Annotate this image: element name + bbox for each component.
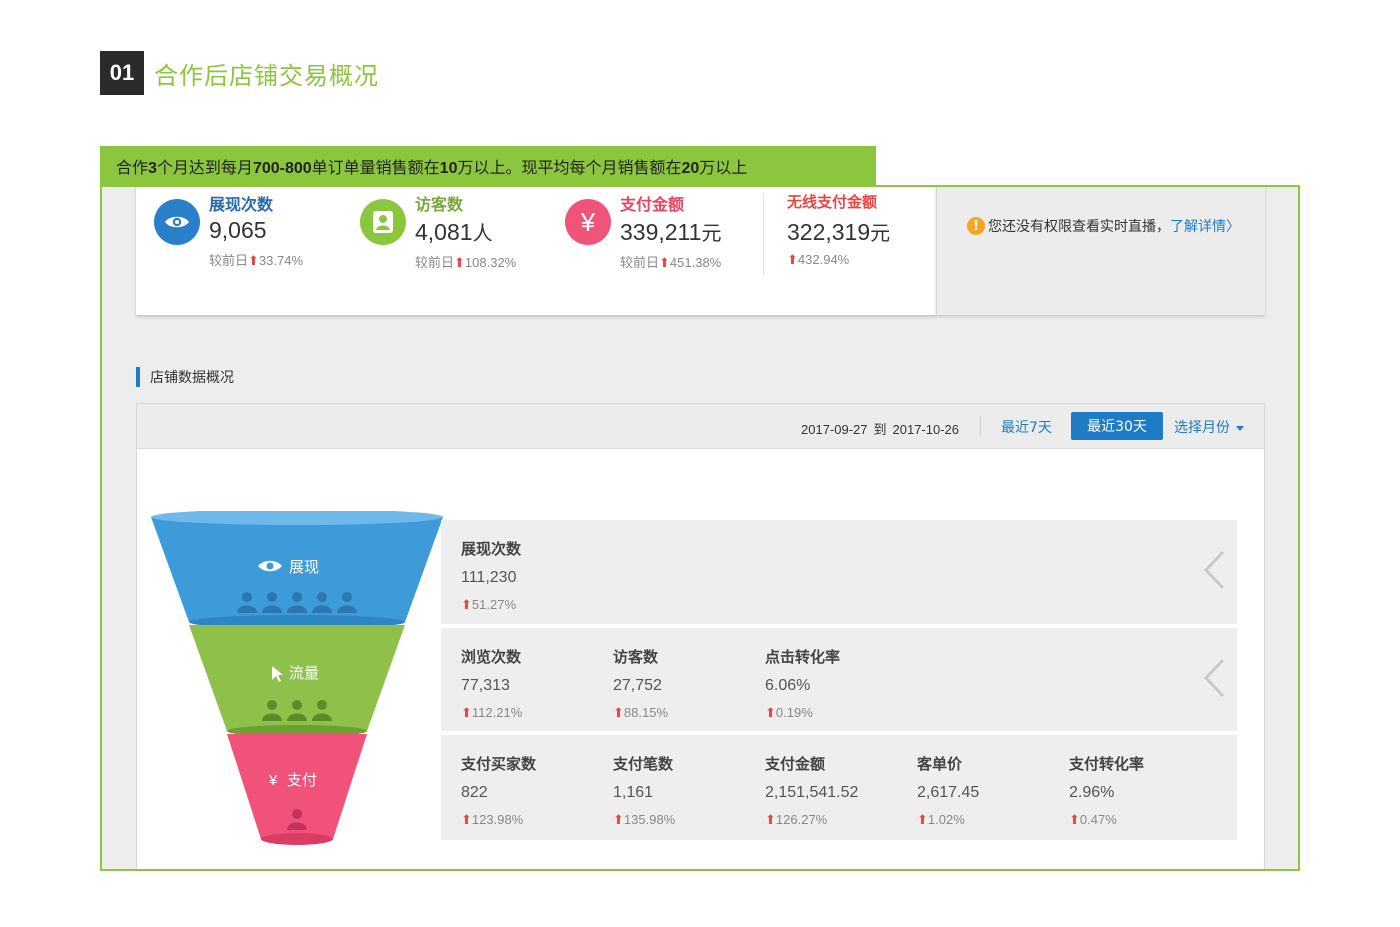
summary-banner: 合作3个月达到每月700-800单订单量销售额在10万以上。现平均每个月销售额在… xyxy=(100,146,876,186)
chevron-left-icon[interactable] xyxy=(1203,550,1225,590)
funnel-label-display: 展现 xyxy=(289,558,319,576)
stat-label: 访客数 xyxy=(415,195,464,214)
section-title: 合作后店铺交易概况 xyxy=(154,61,379,90)
stat-value: 4,081人 xyxy=(415,219,493,245)
funnel-label-payment: 支付 xyxy=(287,771,317,789)
banner-segment: 个月达到每月 xyxy=(156,158,253,177)
yen-icon: ¥ xyxy=(268,772,278,789)
chevron-left-icon[interactable] xyxy=(1203,658,1225,698)
up-arrow-icon: ⬆ xyxy=(613,813,624,828)
up-arrow-icon: ⬆ xyxy=(917,813,928,828)
metric-row-display: 展现次数 111,230 ⬆51.27% xyxy=(441,520,1237,626)
stat-value: 339,211元 xyxy=(620,219,722,245)
stat-compare: 较前日⬆108.32% xyxy=(415,255,517,271)
select-month-dropdown[interactable]: 选择月份 xyxy=(1174,417,1244,437)
stat-value: 9,065 xyxy=(209,217,267,243)
realtime-stats-panel: 展现次数 9,065 较前日⬆33.74% 访客数 4,081人 较前日⬆108… xyxy=(136,187,936,315)
stat-compare: 较前日⬆33.74% xyxy=(209,253,304,269)
up-arrow-icon: ⬆ xyxy=(454,256,465,271)
metric-payment-amount: 支付金额 2,151,541.52 ⬆126.27% xyxy=(765,755,859,828)
up-arrow-icon: ⬆ xyxy=(787,253,798,268)
up-arrow-icon: ⬆ xyxy=(1069,813,1080,828)
permission-notice: ! 您还没有权限查看实时直播， 了解详情〉 xyxy=(967,216,1240,236)
metric-row-payment: 支付买家数 822 ⬆123.98% 支付笔数 1,161 ⬆135.98% 支… xyxy=(441,735,1237,840)
eye-icon xyxy=(154,199,200,245)
funnel-rim xyxy=(261,833,333,845)
banner-segment: 10 xyxy=(439,160,458,177)
stat-value: 322,319元 xyxy=(787,219,891,245)
toolbar-divider xyxy=(980,416,981,436)
stat-compare: ⬆432.94% xyxy=(787,252,850,268)
metric-visitors: 访客数 27,752 ⬆88.15% xyxy=(613,648,668,721)
up-arrow-icon: ⬆ xyxy=(461,813,472,828)
metric-avg-order-value: 客单价 2,617.45 ⬆1.02% xyxy=(917,755,980,828)
date-toolbar: 2017-09-27 到 2017-10-26 最近7天 最近30天 选择月份 xyxy=(137,404,1264,449)
up-arrow-icon: ⬆ xyxy=(765,706,776,721)
last-30-days-button[interactable]: 最近30天 xyxy=(1071,412,1163,440)
chevron-right-icon: 〉 xyxy=(1226,219,1240,235)
metric-paying-buyers: 支付买家数 822 ⬆123.98% xyxy=(461,755,537,828)
stat-compare: 较前日⬆451.38% xyxy=(620,255,722,271)
shop-data-panel: 2017-09-27 到 2017-10-26 最近7天 最近30天 选择月份 展现 xyxy=(136,403,1265,869)
metric-page-views: 浏览次数 77,313 ⬆112.21% xyxy=(461,648,523,721)
learn-more-link[interactable]: 了解详情〉 xyxy=(1170,216,1240,236)
yen-icon: ¥ xyxy=(565,199,611,245)
funnel-label-traffic: 流量 xyxy=(289,664,319,682)
last-7-days-button[interactable]: 最近7天 xyxy=(1001,417,1052,437)
notice-text: 您还没有权限查看实时直播， xyxy=(988,219,1170,235)
banner-segment: 单订单量销售额在 xyxy=(311,158,440,177)
up-arrow-icon: ⬆ xyxy=(248,254,259,269)
up-arrow-icon: ⬆ xyxy=(765,813,776,828)
banner-segment: 700-800 xyxy=(252,160,312,177)
summary-banner-text: 合作3个月达到每月700-800单订单量销售额在10万以上。现平均每个月销售额在… xyxy=(116,154,747,178)
section-number: 01 xyxy=(100,51,144,95)
banner-segment: 万以上。现平均每个月销售额在 xyxy=(457,158,682,177)
caret-down-icon xyxy=(1236,425,1244,431)
metric-payment-conversion: 支付转化率 2.96% ⬆0.47% xyxy=(1069,755,1145,828)
metric-impressions: 展现次数 111,230 ⬆51.27% xyxy=(461,540,522,613)
up-arrow-icon: ⬆ xyxy=(659,256,670,271)
stat-divider xyxy=(763,193,764,275)
metric-row-traffic: 浏览次数 77,313 ⬆112.21% 访客数 27,752 ⬆88.15% … xyxy=(441,628,1237,733)
banner-segment: 合作 xyxy=(116,158,149,177)
section-header: 01 合作后店铺交易概况 xyxy=(100,51,379,95)
screenshot-frame: 展现次数 9,065 较前日⬆33.74% 访客数 4,081人 较前日⬆108… xyxy=(100,185,1300,871)
banner-segment: 3 xyxy=(148,160,157,177)
up-arrow-icon: ⬆ xyxy=(461,598,472,613)
user-icon xyxy=(360,199,406,245)
stat-label: 无线支付金额 xyxy=(787,193,878,211)
warning-icon: ! xyxy=(967,217,985,235)
conversion-funnel: 展现 流量 ¥ 支付 xyxy=(151,511,443,845)
stat-label: 展现次数 xyxy=(209,195,274,214)
date-range: 2017-09-27 到 2017-10-26 xyxy=(801,422,960,438)
stat-label: 支付金额 xyxy=(620,195,685,214)
overview-title: 店铺数据概况 xyxy=(136,367,234,387)
banner-segment: 20 xyxy=(681,160,700,177)
metric-payment-count: 支付笔数 1,161 ⬆135.98% xyxy=(613,755,676,828)
live-notice-panel: ! 您还没有权限查看实时直播， 了解详情〉 xyxy=(936,187,1265,315)
up-arrow-icon: ⬆ xyxy=(461,706,472,721)
metric-click-conversion: 点击转化率 6.06% ⬆0.19% xyxy=(765,648,841,721)
banner-segment: 万以上 xyxy=(699,158,748,177)
up-arrow-icon: ⬆ xyxy=(613,706,624,721)
